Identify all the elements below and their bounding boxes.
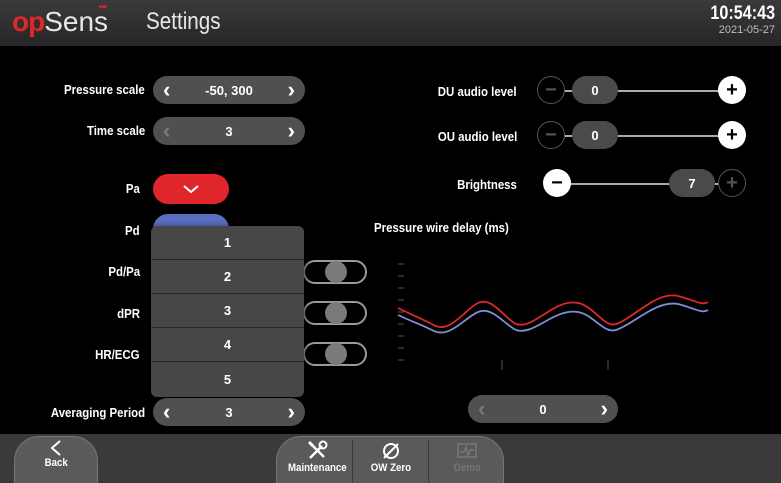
page-title: Settings xyxy=(146,8,221,35)
maintenance-label: Maintenance xyxy=(287,462,347,474)
du-audio-label: DU audio level xyxy=(438,84,517,99)
brightness-minus-button[interactable]: − xyxy=(543,169,571,197)
logo-dots-icon: ••• xyxy=(98,2,107,13)
dropdown-option-4[interactable]: 4 xyxy=(151,328,304,362)
averaging-period-prev-button[interactable]: ‹ xyxy=(163,401,170,423)
wire-delay-selector: ‹ 0 › xyxy=(468,395,618,423)
clock-date: 2021-05-27 xyxy=(718,24,775,36)
time-scale-selector: ‹ 3 › xyxy=(153,117,305,145)
time-scale-value: 3 xyxy=(225,123,233,139)
demo-label: Demo xyxy=(453,462,481,474)
logo-op-text: op xyxy=(12,6,45,37)
toggle-row1[interactable] xyxy=(303,260,367,284)
toggle-thumb xyxy=(325,302,347,324)
preview-axis-ticks xyxy=(398,263,609,370)
chevron-down-icon xyxy=(183,185,199,194)
ou-audio-minus-button[interactable]: − xyxy=(537,121,565,149)
trace-red xyxy=(397,294,709,328)
brightness-knob[interactable]: 7 xyxy=(669,169,715,197)
toggle-row3[interactable] xyxy=(303,342,367,366)
header-bar xyxy=(0,0,781,46)
toggle-thumb xyxy=(325,343,347,365)
averaging-period-next-button[interactable]: › xyxy=(288,401,295,423)
toggle-thumb xyxy=(325,261,347,283)
du-audio-knob[interactable]: 0 xyxy=(572,76,618,104)
dpr-label: dPR xyxy=(117,306,140,321)
pressure-scale-next-button[interactable]: › xyxy=(288,79,295,101)
clock-time: 10:54:43 xyxy=(710,3,775,24)
wire-delay-prev-button[interactable]: ‹ xyxy=(478,398,485,420)
toggle-row2[interactable] xyxy=(303,301,367,325)
wire-delay-label: Pressure wire delay (ms) xyxy=(374,220,509,235)
du-audio-plus-button[interactable]: + xyxy=(718,76,746,104)
time-scale-next-button[interactable]: › xyxy=(288,120,295,142)
du-audio-minus-button[interactable]: − xyxy=(537,76,565,104)
chevron-left-icon xyxy=(50,440,61,456)
ow-zero-button[interactable]: OW Zero xyxy=(356,440,426,474)
footer-divider xyxy=(352,440,353,483)
footer-divider xyxy=(428,440,429,483)
pdpa-label: Pd/Pa xyxy=(108,264,140,279)
dropdown-option-1[interactable]: 1 xyxy=(151,226,304,260)
pa-label: Pa xyxy=(126,181,140,196)
pressure-scale-label: Pressure scale xyxy=(64,82,145,97)
averaging-period-value: 3 xyxy=(225,404,233,420)
ou-audio-knob[interactable]: 0 xyxy=(572,121,618,149)
brightness-label: Brightness xyxy=(457,177,517,192)
demo-wave-icon xyxy=(457,443,477,458)
averaging-period-label: Averaging Period xyxy=(50,405,145,420)
pd-label: Pd xyxy=(125,223,140,238)
dropdown-option-5[interactable]: 5 xyxy=(151,362,304,396)
pa-color-selector[interactable] xyxy=(153,174,229,204)
averaging-period-selector: ‹ 3 › xyxy=(153,398,305,426)
pressure-scale-prev-button[interactable]: ‹ xyxy=(163,79,170,101)
dropdown-option-3[interactable]: 3 xyxy=(151,294,304,328)
waveform-preview xyxy=(397,263,709,370)
brightness-plus-button[interactable]: + xyxy=(718,169,746,197)
demo-button[interactable]: Demo xyxy=(432,440,502,474)
ow-zero-label: OW Zero xyxy=(370,462,412,474)
maintenance-button[interactable]: Maintenance xyxy=(282,440,352,474)
pressure-scale-selector: ‹ -50, 300 › xyxy=(153,76,305,104)
dropdown-option-2[interactable]: 2 xyxy=(151,260,304,294)
back-label: Back xyxy=(44,457,68,469)
averaging-period-dropdown: 1 2 3 4 5 xyxy=(151,226,304,397)
zero-icon xyxy=(383,443,399,459)
logo-sens-text: Sens ••• xyxy=(44,2,108,38)
wire-delay-value: 0 xyxy=(539,401,547,417)
opsens-logo: op Sens ••• xyxy=(12,2,108,38)
ou-audio-label: OU audio level xyxy=(437,129,517,144)
back-button-content: Back xyxy=(14,439,98,469)
ou-audio-plus-button[interactable]: + xyxy=(718,121,746,149)
time-scale-prev-button[interactable]: ‹ xyxy=(163,120,170,142)
time-scale-label: Time scale xyxy=(86,123,145,138)
wire-delay-next-button[interactable]: › xyxy=(601,398,608,420)
hrecg-label: HR/ECG xyxy=(95,347,140,362)
pressure-scale-value: -50, 300 xyxy=(205,82,253,98)
tools-icon xyxy=(307,440,328,459)
